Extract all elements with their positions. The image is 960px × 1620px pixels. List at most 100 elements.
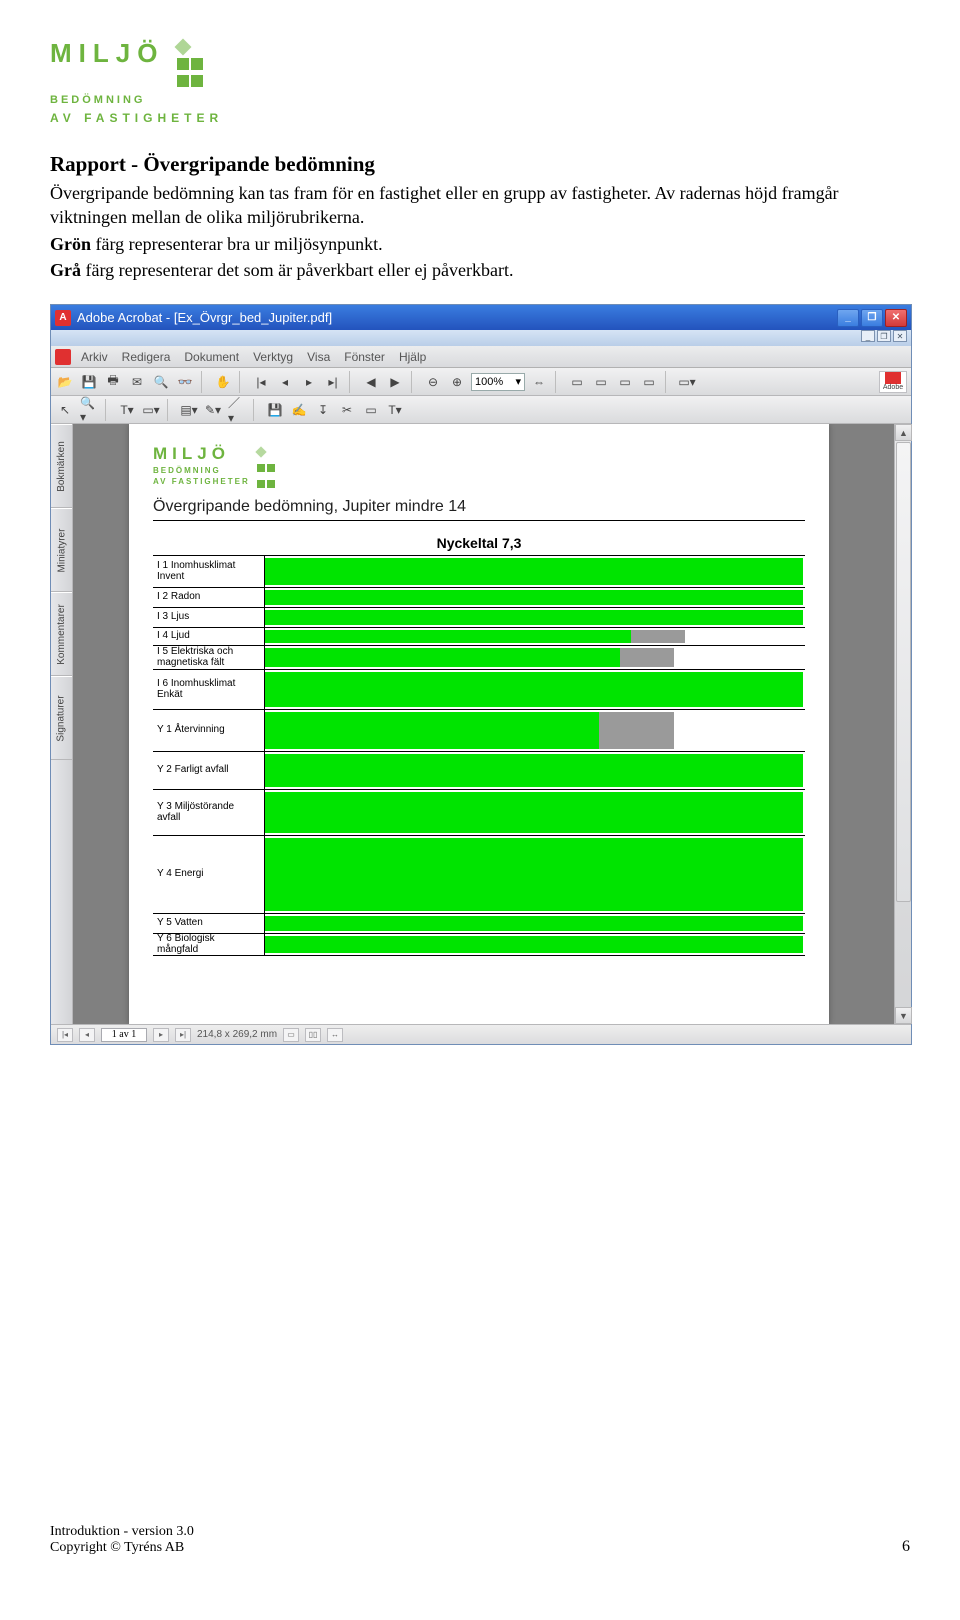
text-tool-icon[interactable]: T▾: [117, 400, 137, 420]
window-minimize-button[interactable]: _: [837, 309, 859, 327]
status-page[interactable]: 1 av 1: [101, 1028, 147, 1042]
chevron-down-icon: ▾: [515, 375, 521, 388]
page-icon[interactable]: ▭: [639, 372, 659, 392]
menu-redigera[interactable]: Redigera: [116, 348, 177, 366]
window-maximize-button[interactable]: ❐: [861, 309, 883, 327]
toolbar-2: ↖ 🔍▾ T▾ ▭▾ ▤▾ ✎▾ ／▾ 💾 ✍ ↧ ✂ ▭ T▾: [51, 396, 911, 424]
chart-row-label: Y 2 Farligt avfall: [153, 752, 265, 789]
chart-row-label: I 6 InomhusklimatEnkät: [153, 670, 265, 709]
first-page-icon[interactable]: |◂: [251, 372, 271, 392]
vertical-scrollbar[interactable]: ▲ ▼: [894, 424, 911, 1024]
scroll-down-icon[interactable]: ▼: [895, 1007, 912, 1024]
save-icon[interactable]: 💾: [79, 372, 99, 392]
sb-last-icon[interactable]: ▸|: [175, 1028, 191, 1042]
page-icon[interactable]: ▭: [591, 372, 611, 392]
mdi-minimize-button[interactable]: _: [861, 330, 875, 342]
page-canvas[interactable]: MILJÖ BEDÖMNING AV FASTIGHETER Övergripa…: [73, 424, 894, 1024]
zoom-combo[interactable]: 100%▾: [471, 373, 525, 391]
chart-row-bars: [265, 630, 803, 643]
sb-first-icon[interactable]: |◂: [57, 1028, 73, 1042]
separator-icon: [201, 371, 207, 393]
select-icon[interactable]: ↖: [55, 400, 75, 420]
bar-chart: I 1 InomhusklimatInventI 2 RadonI 3 Ljus…: [153, 555, 805, 956]
last-page-icon[interactable]: ▸|: [323, 372, 343, 392]
open-icon[interactable]: 📂: [55, 372, 75, 392]
sign-icon[interactable]: ✍: [289, 400, 309, 420]
chart-row-label: I 3 Ljus: [153, 608, 265, 627]
chart-row-label: I 2 Radon: [153, 588, 265, 607]
chart-row-label: Y 6 Biologiskmångfald: [153, 934, 265, 955]
sb-prev-icon[interactable]: ◂: [79, 1028, 95, 1042]
back-icon[interactable]: ◀: [361, 372, 381, 392]
binoculars-icon[interactable]: 👓: [175, 372, 195, 392]
chart-row-bars: [265, 590, 803, 605]
zoom-in-icon[interactable]: ⊕: [447, 372, 467, 392]
print-icon[interactable]: 🖶: [103, 372, 123, 392]
sb-layout1-icon[interactable]: ▭: [283, 1028, 299, 1042]
chart-row: I 1 InomhusklimatInvent: [153, 556, 805, 588]
mdi-close-button[interactable]: ✕: [893, 330, 907, 342]
menu-verktyg[interactable]: Verktyg: [247, 348, 299, 366]
pdf-logo-sub2: AV FASTIGHETER: [153, 477, 250, 486]
adobe-badge[interactable]: Adobe: [879, 371, 907, 393]
fit-width-icon[interactable]: ⇔: [529, 372, 549, 392]
bold-grey: Grå: [50, 260, 81, 280]
sb-layout2-icon[interactable]: ▯▯: [305, 1028, 321, 1042]
chart-row-bars: [265, 610, 803, 625]
mdi-restore-button[interactable]: ❐: [877, 330, 891, 342]
separator-icon: [555, 371, 561, 393]
zoom-marquee-icon[interactable]: 🔍▾: [79, 400, 99, 420]
search-icon[interactable]: 🔍: [151, 372, 171, 392]
logo-sub2: AV FASTIGHETER: [50, 112, 910, 124]
bar-green: [265, 590, 803, 605]
menu-fonster[interactable]: Fönster: [338, 348, 391, 366]
tab-signaturer[interactable]: Signaturer: [51, 676, 72, 760]
window-close-button[interactable]: ✕: [885, 309, 907, 327]
sb-layout3-icon[interactable]: ↔: [327, 1028, 343, 1042]
chart-row: I 2 Radon: [153, 588, 805, 608]
next-page-icon[interactable]: ▸: [299, 372, 319, 392]
tab-bokmarken[interactable]: Bokmärken: [51, 424, 72, 508]
crop-icon[interactable]: ✂: [337, 400, 357, 420]
tab-miniatyrer[interactable]: Miniatyrer: [51, 508, 72, 592]
chart-row-label: I 1 InomhusklimatInvent: [153, 556, 265, 587]
scroll-thumb[interactable]: [896, 442, 911, 902]
prev-page-icon[interactable]: ◂: [275, 372, 295, 392]
menu-visa[interactable]: Visa: [301, 348, 336, 366]
note-icon[interactable]: ▤▾: [179, 400, 199, 420]
page-icon[interactable]: ▭: [615, 372, 635, 392]
bar-green: [265, 648, 620, 667]
chart-row: I 6 InomhusklimatEnkät: [153, 670, 805, 710]
menu-dokument[interactable]: Dokument: [178, 348, 245, 366]
doc-icon: [55, 349, 71, 365]
zoom-out-icon[interactable]: ⊖: [423, 372, 443, 392]
menu-hjalp[interactable]: Hjälp: [393, 348, 432, 366]
page-icon[interactable]: ▭▾: [677, 372, 697, 392]
pencil-icon[interactable]: ✎▾: [203, 400, 223, 420]
paragraph-1: Övergripande bedömning kan tas fram för …: [50, 181, 910, 230]
separator-icon: [349, 371, 355, 393]
window-titlebar[interactable]: A Adobe Acrobat - [Ex_Övrgr_bed_Jupiter.…: [51, 305, 911, 330]
chart-row-label: I 5 Elektriska ochmagnetiska fält: [153, 646, 265, 669]
chart-row: I 3 Ljus: [153, 608, 805, 628]
chart-row-bars: [265, 838, 803, 911]
hand-icon[interactable]: ✋: [213, 372, 233, 392]
text-box-icon[interactable]: ▭: [361, 400, 381, 420]
highlight-icon[interactable]: ／▾: [227, 400, 247, 420]
sb-next-icon[interactable]: ▸: [153, 1028, 169, 1042]
tab-kommentarer[interactable]: Kommentarer: [51, 592, 72, 676]
snapshot-icon[interactable]: ▭▾: [141, 400, 161, 420]
text-tool-alt-icon[interactable]: T▾: [385, 400, 405, 420]
menu-arkiv[interactable]: Arkiv: [75, 348, 114, 366]
chart-row: Y 6 Biologiskmångfald: [153, 934, 805, 956]
save-icon[interactable]: 💾: [265, 400, 285, 420]
para2-rest: färg representerar bra ur miljösynpunkt.: [91, 234, 383, 254]
bar-grey: [620, 648, 674, 667]
attach-icon[interactable]: ↧: [313, 400, 333, 420]
mail-icon[interactable]: ✉: [127, 372, 147, 392]
page-icon[interactable]: ▭: [567, 372, 587, 392]
pdf-page: MILJÖ BEDÖMNING AV FASTIGHETER Övergripa…: [129, 424, 829, 1024]
fwd-icon[interactable]: ▶: [385, 372, 405, 392]
chart-row-bars: [265, 672, 803, 707]
scroll-up-icon[interactable]: ▲: [895, 424, 912, 441]
